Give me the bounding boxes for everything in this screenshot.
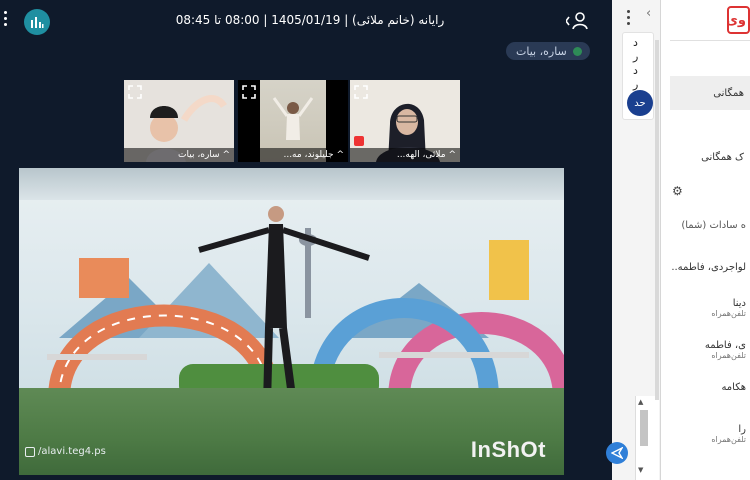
bar-chart-icon xyxy=(31,17,44,28)
expand-icon[interactable] xyxy=(128,84,142,99)
more-options-icon[interactable] xyxy=(2,10,8,28)
chat-avatar: حد xyxy=(627,90,653,116)
active-speaker-badge: ساره، بیات xyxy=(506,42,590,60)
expand-icon[interactable] xyxy=(242,84,256,99)
video-brand-watermark: InShOt xyxy=(470,437,546,462)
participant-name: ^ ساره، بیات xyxy=(124,148,234,162)
user-list-item[interactable]: لواجردی، فاطمه.. xyxy=(671,262,746,273)
chat-menu-icon[interactable] xyxy=(625,8,635,26)
mic-muted-icon xyxy=(354,136,364,146)
user-list-item[interactable]: همگانی xyxy=(713,88,744,99)
stats-button[interactable] xyxy=(24,9,50,35)
chat-message-char: د xyxy=(633,64,638,77)
participant-thumbnail[interactable]: ^ ملائی، الهه... xyxy=(350,80,460,162)
chevron-left-icon[interactable]: ‹ xyxy=(646,6,651,21)
participant-thumbnail[interactable]: ^ جلیلوند، مه... xyxy=(238,80,348,162)
user-list-scrollbar[interactable] xyxy=(655,40,659,400)
participant-thumbnail[interactable]: ^ ساره، بیات xyxy=(124,80,234,162)
chat-scrollbar[interactable] xyxy=(640,410,648,446)
chat-message-char: ر xyxy=(633,50,639,63)
speaking-indicator-icon xyxy=(572,46,582,56)
main-video[interactable]: /alavi.teg4.ps InShOt xyxy=(19,168,564,475)
send-icon xyxy=(611,447,623,459)
instagram-icon xyxy=(25,446,35,457)
chat-message-char: د xyxy=(633,36,638,49)
video-watermark: /alavi.teg4.ps xyxy=(25,446,106,457)
participant-name: ^ جلیلوند، مه... xyxy=(238,148,348,162)
user-list-item[interactable]: ک همگانی xyxy=(701,152,744,163)
scroll-up-icon[interactable]: ▲ xyxy=(638,398,643,406)
meeting-title: رایانه (خانم ملائی) | 1405/01/19 | 08:00… xyxy=(175,13,445,27)
send-button[interactable] xyxy=(606,442,628,464)
user-list-item[interactable]: ی، فاطمه تلفن‌همراه xyxy=(705,340,746,360)
scroll-down-icon[interactable]: ▼ xyxy=(638,466,643,474)
user-list-item[interactable]: را تلفن‌همراه xyxy=(711,424,746,444)
top-bar: رایانه (خانم ملائی) | 1405/01/19 | 08:00… xyxy=(0,0,605,42)
user-list-panel xyxy=(660,0,750,480)
chat-message-char: ر xyxy=(633,78,639,91)
active-speaker-name: ساره، بیات xyxy=(516,44,567,58)
user-icon xyxy=(565,12,588,30)
expand-icon[interactable] xyxy=(354,84,368,99)
user-list-item[interactable]: هکامه xyxy=(721,382,746,393)
app-logo: وی xyxy=(727,6,750,34)
participant-name: ^ ملائی، الهه... xyxy=(350,148,460,162)
users-toggle-button[interactable] xyxy=(565,10,590,32)
gear-icon[interactable]: ⚙ xyxy=(672,184,683,198)
divider xyxy=(670,40,750,41)
meeting-area: رایانه (خانم ملائی) | 1405/01/19 | 08:00… xyxy=(0,0,605,480)
user-list-item[interactable]: ه سادات (شما) xyxy=(681,220,746,231)
user-list-item[interactable]: دینا تلفن‌همراه xyxy=(711,298,746,318)
